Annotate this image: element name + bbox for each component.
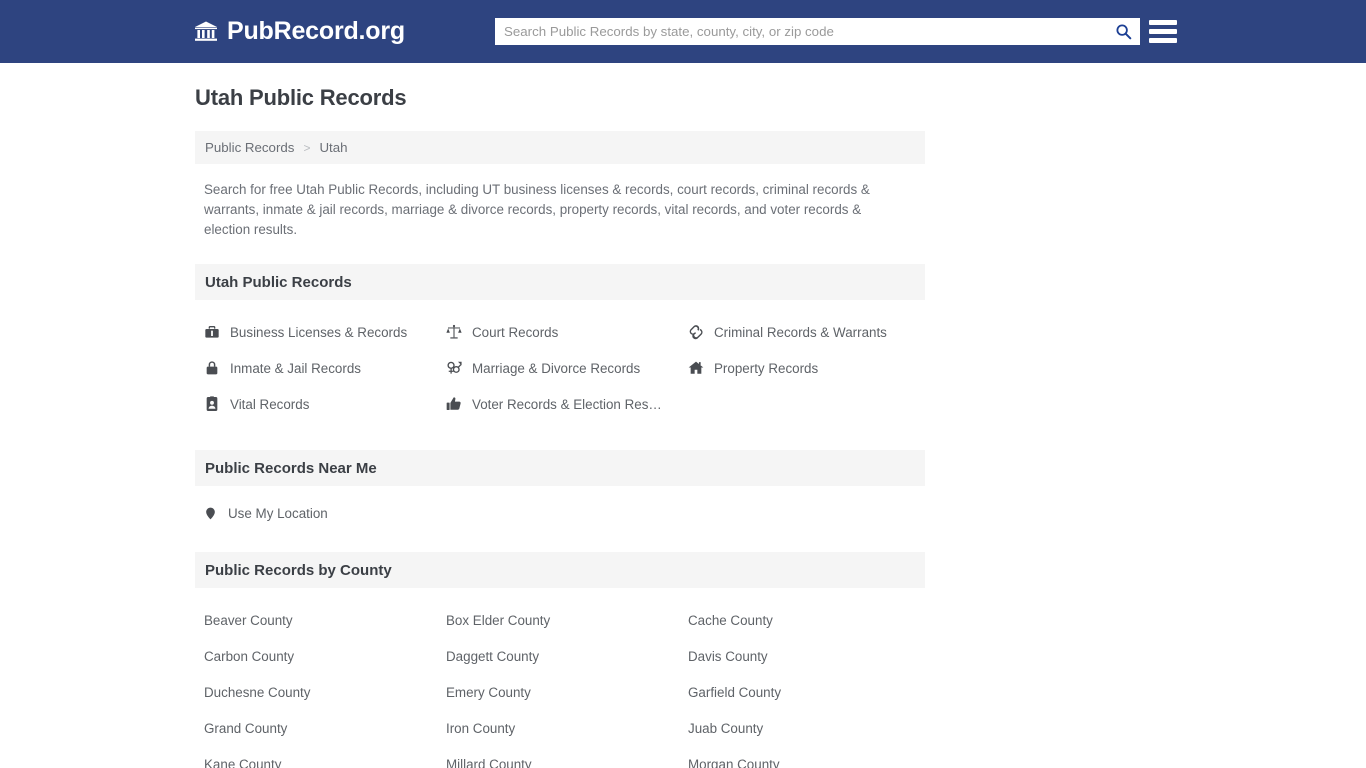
near-me-list: Use My Location [195,486,925,524]
site-header: PubRecord.org [0,0,1366,63]
handcuffs-icon [689,325,703,340]
county-link[interactable]: Duchesne County [204,674,446,710]
search-input[interactable] [495,19,1106,44]
page-description: Search for free Utah Public Records, inc… [204,182,870,237]
record-link-vital-records[interactable]: Vital Records [204,386,446,422]
record-link-business-licenses[interactable]: Business Licenses & Records [204,314,446,350]
county-link[interactable]: Garfield County [688,674,925,710]
record-label: Property Records [714,360,819,376]
hamburger-bar-3 [1149,38,1177,43]
county-link[interactable]: Juab County [688,710,925,746]
search-button[interactable] [1106,18,1140,45]
breadcrumb-root-link[interactable]: Public Records [205,140,294,155]
home-icon [688,361,704,374]
search-bar [495,18,1140,45]
county-link[interactable]: Grand County [204,710,446,746]
breadcrumb-separator-icon: > [303,140,311,155]
venus-mars-icon [447,361,462,374]
county-link[interactable]: Box Elder County [446,602,688,638]
record-label: Criminal Records & Warrants [714,324,887,340]
county-link[interactable]: Emery County [446,674,688,710]
breadcrumb: Public Records > Utah [195,131,925,164]
record-link-court-records[interactable]: Court Records [446,314,688,350]
page-title: Utah Public Records [195,85,407,110]
records-link-grid: Business Licenses & Records Court Record… [195,300,925,422]
bank-icon [195,21,217,41]
county-link[interactable]: Carbon County [204,638,446,674]
county-link[interactable]: Davis County [688,638,925,674]
briefcase-icon [205,326,219,338]
record-link-inmate-jail[interactable]: Inmate & Jail Records [204,350,446,386]
lock-icon [206,361,218,375]
breadcrumb-current: Utah [319,140,348,155]
record-label: Marriage & Divorce Records [472,360,641,376]
county-link-grid: Beaver County Box Elder County Cache Cou… [195,588,925,768]
county-link[interactable]: Iron County [446,710,688,746]
near-me-label: Use My Location [228,505,328,521]
section-header-near-me: Public Records Near Me [195,450,925,486]
section-header-records: Utah Public Records [195,264,925,300]
record-label: Voter Records & Election Res… [472,396,662,412]
county-link[interactable]: Beaver County [204,602,446,638]
brand-name: PubRecord.org [227,17,405,45]
county-link[interactable]: Morgan County [688,746,925,768]
record-label: Court Records [472,324,559,340]
county-link[interactable]: Cache County [688,602,925,638]
id-badge-icon [206,396,218,411]
record-link-criminal-records[interactable]: Criminal Records & Warrants [688,314,925,350]
thumbs-up-icon [446,397,461,410]
use-my-location-link[interactable]: Use My Location [204,502,925,524]
map-marker-icon [206,507,215,519]
brand-logo-link[interactable]: PubRecord.org [194,17,405,46]
county-link[interactable]: Daggett County [446,638,688,674]
hamburger-menu-button[interactable] [1149,17,1177,46]
county-link[interactable]: Millard County [446,746,688,768]
section-header-counties: Public Records by County [195,552,925,588]
hamburger-menu-icon [1149,20,1177,25]
hamburger-bar-2 [1149,29,1177,34]
record-label: Inmate & Jail Records [230,360,361,376]
record-label: Vital Records [230,396,310,412]
record-link-voter-records[interactable]: Voter Records & Election Res… [446,386,688,422]
balance-scale-icon [446,324,462,339]
main-content: Utah Public Records Public Records > Uta… [195,63,925,768]
record-link-marriage-divorce[interactable]: Marriage & Divorce Records [446,350,688,386]
record-link-property-records[interactable]: Property Records [688,350,925,386]
county-link[interactable]: Kane County [204,746,446,768]
search-icon [1115,24,1131,40]
record-label: Business Licenses & Records [230,324,408,340]
